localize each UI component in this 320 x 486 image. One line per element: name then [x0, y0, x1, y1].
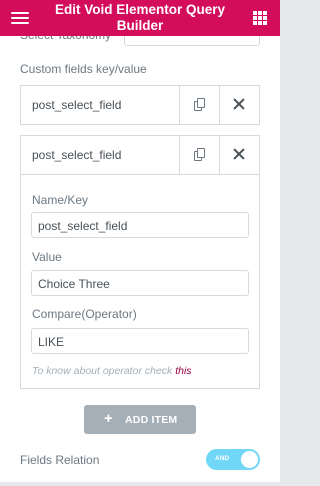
duplicate-button[interactable]: [180, 86, 219, 124]
copy-icon: [194, 98, 205, 111]
apps-grid-icon[interactable]: [253, 11, 267, 25]
operator-help-link[interactable]: this: [175, 365, 191, 377]
plus-icon: +: [104, 410, 113, 427]
panel-header: Edit Void Elementor Query Builder: [0, 0, 280, 36]
toggle-knob: [241, 451, 258, 468]
toggle-text: AND: [215, 455, 230, 462]
add-item-button[interactable]: + ADD ITEM: [84, 405, 196, 434]
remove-button[interactable]: [220, 86, 259, 124]
bottom-divider: [0, 482, 280, 486]
duplicate-button[interactable]: [180, 136, 219, 174]
value-label: Value: [32, 250, 62, 264]
hamburger-icon[interactable]: [11, 11, 29, 25]
name-key-input[interactable]: post_select_field: [31, 212, 249, 238]
value-input[interactable]: Choice Three: [31, 270, 249, 296]
close-icon: [233, 98, 245, 110]
repeater-row-title[interactable]: post_select_field: [32, 148, 121, 162]
compare-input[interactable]: LIKE: [31, 328, 249, 354]
compare-label: Compare(Operator): [32, 307, 137, 321]
editor-panel: Select Taxonomy Edit Void Elementor Quer…: [0, 0, 280, 486]
remove-button[interactable]: [220, 136, 259, 174]
custom-fields-label: Custom fields key/value: [20, 62, 147, 76]
repeater-row: post_select_field: [20, 85, 260, 125]
close-icon: [233, 148, 245, 160]
panel-title: Edit Void Elementor Query Builder: [54, 2, 226, 33]
operator-note-text: To know about operator check: [32, 365, 173, 377]
copy-icon: [194, 148, 205, 161]
add-item-label: ADD ITEM: [125, 414, 178, 426]
fields-relation-label: Fields Relation: [20, 453, 100, 467]
name-key-label: Name/Key: [32, 193, 89, 207]
fields-relation-toggle[interactable]: AND: [206, 449, 260, 470]
repeater-row: post_select_field: [20, 135, 260, 175]
repeater-row-content: Name/Key post_select_field Value Choice …: [20, 175, 260, 389]
repeater-row-title[interactable]: post_select_field: [32, 98, 121, 112]
operator-note: To know about operator check this: [32, 365, 192, 377]
